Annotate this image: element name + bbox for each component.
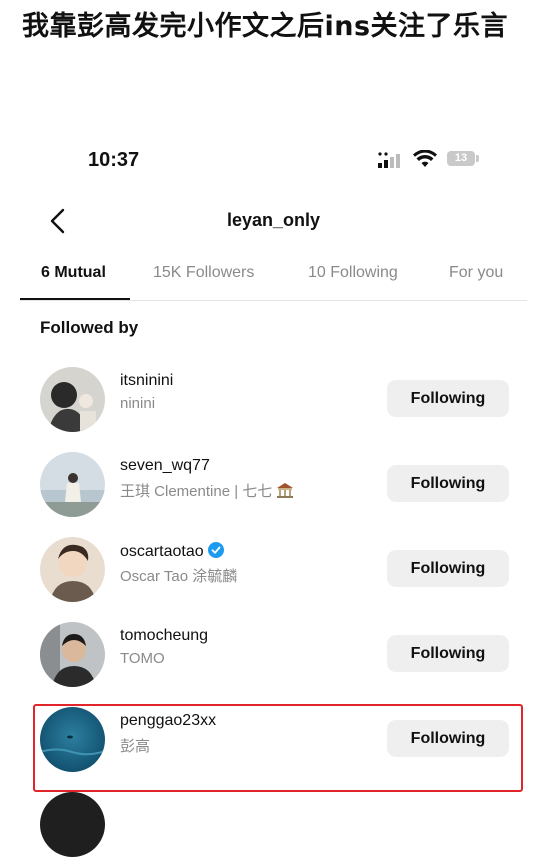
highlight-box (33, 704, 523, 792)
active-tab-indicator (20, 298, 130, 300)
list-item[interactable]: seven_wq77 王琪 Clementine | 七七 Following (22, 452, 527, 532)
tab-followers[interactable]: 15K Followers (153, 264, 254, 282)
phone-screen: 10:37 13 leyan_only 6 Mutual 15K Followe… (0, 120, 547, 857)
username[interactable]: seven_wq77 (120, 457, 210, 475)
username[interactable]: itsninini (120, 372, 173, 390)
following-button[interactable]: Following (387, 635, 509, 672)
avatar[interactable] (40, 792, 105, 857)
cellular-signal-icon (378, 152, 400, 168)
follow-tabs: 6 Mutual 15K Followers 10 Following For … (20, 260, 527, 301)
wifi-icon (413, 150, 437, 167)
full-name: TOMO (120, 650, 165, 667)
status-icons: 13 (378, 150, 488, 172)
status-time: 10:37 (88, 149, 140, 171)
battery-icon: 13 (447, 151, 475, 166)
username[interactable]: tomocheung (120, 627, 208, 645)
list-item[interactable]: oscartaotao Oscar Tao 涂毓麟 Following (22, 537, 527, 617)
battery-tip (476, 155, 479, 162)
verified-badge-icon (207, 542, 224, 558)
tab-following[interactable]: 10 Following (308, 264, 398, 282)
profile-username: leyan_only (226, 210, 321, 230)
list-item[interactable]: itsninini ninini Following (22, 367, 527, 447)
full-name: 王琪 Clementine | 七七 (120, 480, 294, 501)
following-button[interactable]: Following (387, 550, 509, 587)
temple-emoji-icon (277, 483, 294, 498)
list-item[interactable]: tomocheung TOMO Following (22, 622, 527, 702)
tab-mutual[interactable]: 6 Mutual (41, 264, 106, 282)
following-button[interactable]: Following (387, 465, 509, 502)
username[interactable]: oscartaotao (120, 542, 224, 561)
section-title: Followed by (40, 318, 139, 337)
tab-for-you[interactable]: For you (449, 264, 503, 282)
post-title: 我靠彭高发完小作文之后ins关注了乐言 (22, 11, 509, 42)
avatar[interactable] (40, 452, 105, 517)
full-name: Oscar Tao 涂毓麟 (120, 568, 238, 585)
avatar[interactable] (40, 537, 105, 602)
full-name: ninini (120, 395, 156, 412)
avatar[interactable] (40, 622, 105, 687)
avatar[interactable] (40, 367, 105, 432)
following-button[interactable]: Following (387, 380, 509, 417)
